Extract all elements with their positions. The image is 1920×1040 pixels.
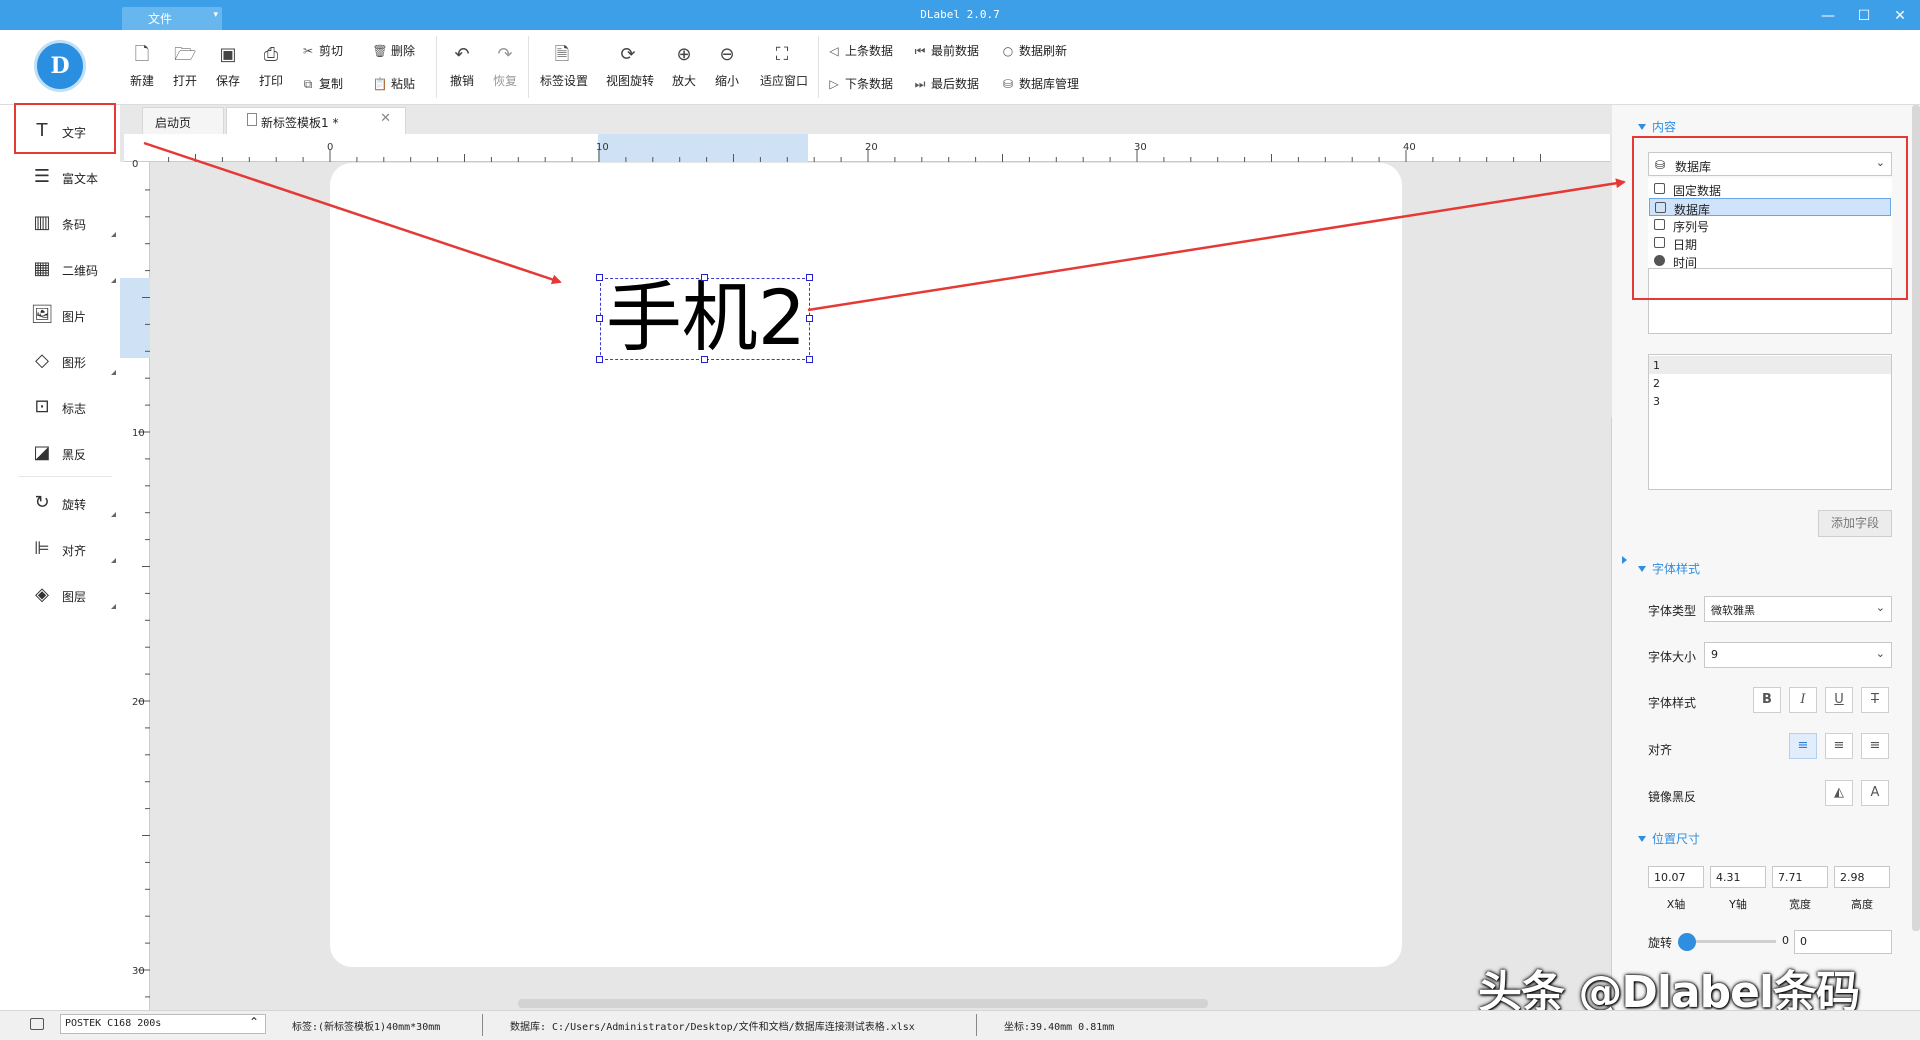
annotation-arrows: [143, 141, 1626, 312]
label-info: 标签:(新标签模板1)40mm*30mm: [292, 1022, 441, 1033]
printer-value: POSTEK C168 200s: [65, 1018, 162, 1029]
status-bar: [0, 1010, 1920, 1040]
coordinates-readout: 坐标:39.40mm 0.81mm: [1004, 1022, 1115, 1033]
annotation-arrow: [143, 141, 562, 285]
printer-select[interactable]: POSTEK C168 200s ⌃: [60, 1014, 266, 1034]
status-divider: [482, 1014, 483, 1036]
status-divider: [976, 1014, 977, 1036]
chevron-up-icon: ⌃: [248, 1015, 259, 1029]
printer-icon: [30, 1018, 44, 1030]
database-info: 数据库: C:/Users/Administrator/Desktop/文件和文…: [510, 1022, 915, 1033]
annotation-arrow: [807, 178, 1626, 312]
